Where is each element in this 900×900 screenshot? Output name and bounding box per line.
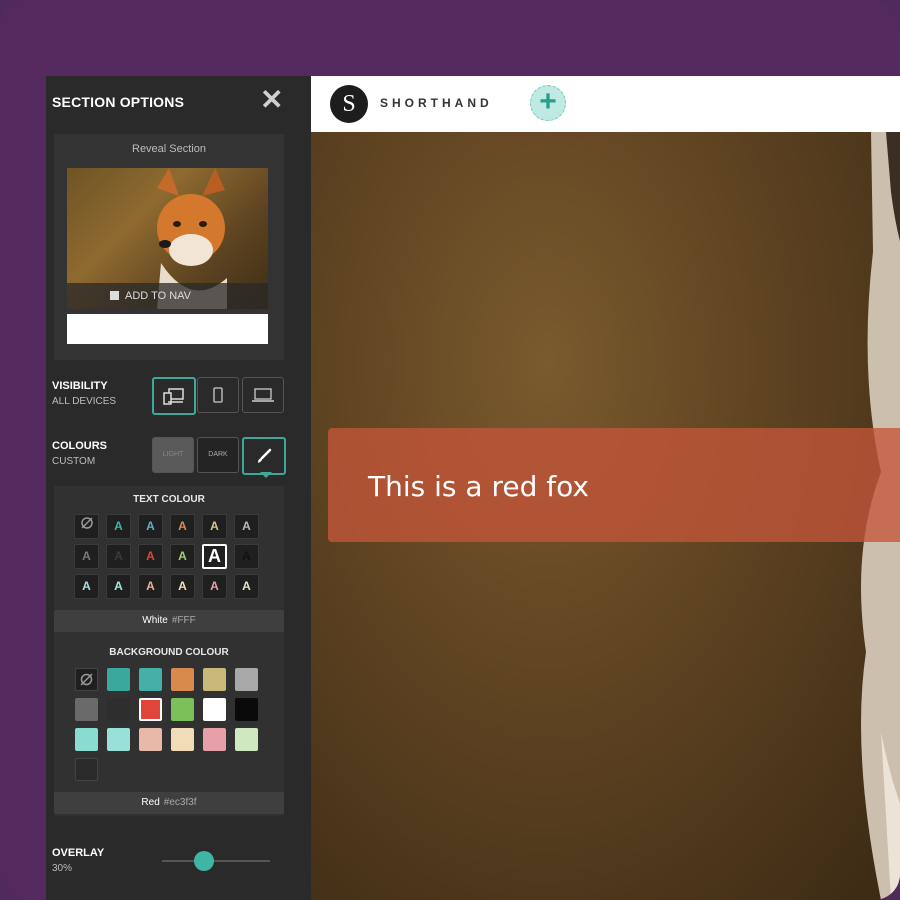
device-frame: SECTION OPTIONS ✕ Reveal Section ADD TO … xyxy=(0,0,900,900)
overlay-slider-track[interactable] xyxy=(162,860,270,862)
text-colour-selected-bar: White #FFF xyxy=(54,610,284,632)
light-theme-button[interactable]: LIGHT xyxy=(152,437,194,473)
background-colour-swatch[interactable] xyxy=(203,668,226,691)
section-thumbnail[interactable]: ADD TO NAV xyxy=(67,168,268,309)
reveal-section-card: Reveal Section ADD TO NAV xyxy=(54,134,284,360)
background-colour-swatch[interactable] xyxy=(171,698,194,721)
all-devices-button[interactable] xyxy=(152,377,196,415)
add-to-nav-label: ADD TO NAV xyxy=(125,290,192,302)
background-colour-swatch[interactable] xyxy=(139,728,162,751)
background-colour-selected-bar: Red #ec3f3f xyxy=(54,792,284,814)
close-icon[interactable]: ✕ xyxy=(260,86,284,114)
text-colour-swatch[interactable]: A xyxy=(234,574,259,599)
text-colour-swatch[interactable]: A xyxy=(170,544,195,569)
text-colour-swatch[interactable]: A xyxy=(234,514,259,539)
mobile-only-button[interactable] xyxy=(197,377,239,413)
background-colour-swatch[interactable] xyxy=(107,668,130,691)
laptop-icon xyxy=(252,388,274,402)
overlay-label: OVERLAY xyxy=(52,847,105,859)
text-colour-swatch[interactable]: A xyxy=(170,574,195,599)
mobile-icon xyxy=(213,387,223,403)
overlay-value: 30% xyxy=(52,863,73,874)
background-colour-swatch[interactable] xyxy=(235,698,258,721)
brand-name: SHORTHAND xyxy=(380,96,493,110)
text-colour-hex: #FFF xyxy=(171,615,196,626)
background-colour-swatch[interactable] xyxy=(203,728,226,751)
background-colour-name: Red xyxy=(141,797,160,808)
background-colour-swatch[interactable] xyxy=(171,668,194,691)
section-title-text[interactable]: This is a red fox xyxy=(368,470,589,503)
text-colour-swatch[interactable]: A xyxy=(74,544,99,569)
background-colour-hex: #ec3f3f xyxy=(163,797,197,808)
text-colour-swatch[interactable]: A xyxy=(138,544,163,569)
all-devices-icon xyxy=(163,388,184,405)
desktop-only-button[interactable] xyxy=(242,377,284,413)
custom-colour-button[interactable] xyxy=(242,437,286,475)
text-colour-swatch[interactable]: A xyxy=(106,574,131,599)
background-colour-swatch[interactable] xyxy=(139,668,162,691)
background-colour-swatch[interactable] xyxy=(235,668,258,691)
text-colour-swatch[interactable]: A xyxy=(234,544,259,569)
visibility-value: ALL DEVICES xyxy=(52,396,117,407)
background-colour-swatch[interactable] xyxy=(203,698,226,721)
background-colour-swatch[interactable] xyxy=(107,728,130,751)
reveal-section-label: Reveal Section xyxy=(132,143,206,155)
add-to-nav-bar: ADD TO NAV xyxy=(67,283,268,309)
background-colour-title: BACKGROUND COLOUR xyxy=(109,647,229,658)
background-colour-swatch[interactable] xyxy=(235,728,258,751)
text-colour-swatch[interactable]: A xyxy=(138,574,163,599)
add-section-icon[interactable]: + xyxy=(530,85,566,121)
add-to-nav-checkbox[interactable] xyxy=(110,291,119,300)
no-colour-icon[interactable] xyxy=(74,514,99,539)
custom-caret-icon xyxy=(260,472,272,478)
text-colour-swatch[interactable]: A xyxy=(106,514,131,539)
editor-app: SECTION OPTIONS ✕ Reveal Section ADD TO … xyxy=(46,76,900,900)
overlay-slider-handle[interactable] xyxy=(194,851,215,871)
visibility-label: VISIBILITY xyxy=(52,380,108,392)
colours-label: COLOURS xyxy=(52,440,107,452)
panel-title: SECTION OPTIONS xyxy=(52,94,185,110)
text-colour-swatch[interactable]: A xyxy=(202,544,227,569)
background-colour-swatch[interactable] xyxy=(107,698,130,721)
background-colour-swatch[interactable] xyxy=(75,698,98,721)
text-colour-swatch[interactable]: A xyxy=(202,514,227,539)
text-colour-swatch[interactable]: A xyxy=(170,514,195,539)
text-colour-swatch[interactable]: A xyxy=(138,514,163,539)
section-canvas[interactable]: This is a red fox xyxy=(311,132,900,900)
no-colour-icon[interactable] xyxy=(75,668,98,691)
paintbrush-icon xyxy=(258,448,272,463)
editor-topbar: S SHORTHAND + xyxy=(311,76,900,132)
nav-title-input[interactable] xyxy=(67,314,268,344)
empty-swatch[interactable] xyxy=(75,758,98,781)
colours-value: CUSTOM xyxy=(52,456,96,467)
colour-picker-box: TEXT COLOUR AAAAAAAAAAAAAAAAA White #FFF … xyxy=(54,486,284,816)
section-options-panel: SECTION OPTIONS ✕ Reveal Section ADD TO … xyxy=(46,76,311,900)
background-colour-swatch[interactable] xyxy=(75,728,98,751)
shorthand-logo: S xyxy=(330,85,368,123)
panel-header: SECTION OPTIONS ✕ xyxy=(46,76,311,128)
dark-theme-button[interactable]: DARK xyxy=(197,437,239,473)
background-colour-swatch[interactable] xyxy=(171,728,194,751)
background-colour-swatch[interactable] xyxy=(139,698,162,721)
text-colour-name: White xyxy=(142,615,168,626)
title-banner[interactable]: This is a red fox xyxy=(328,428,900,542)
text-colour-swatch[interactable]: A xyxy=(106,544,131,569)
text-colour-title: TEXT COLOUR xyxy=(133,494,205,505)
text-colour-swatch[interactable]: A xyxy=(74,574,99,599)
text-colour-swatch[interactable]: A xyxy=(202,574,227,599)
